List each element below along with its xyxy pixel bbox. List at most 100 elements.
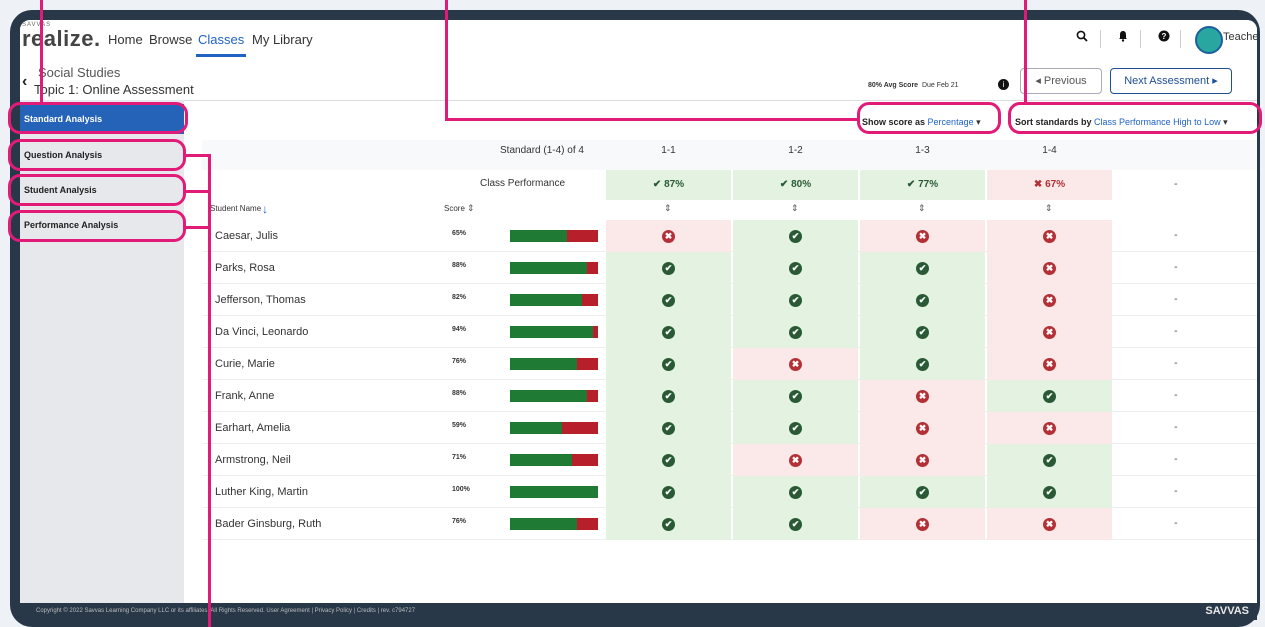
- cell-dash: -: [1174, 357, 1178, 369]
- student-name[interactable]: Curie, Marie: [215, 358, 275, 370]
- check-circle-icon: ✔: [662, 518, 675, 531]
- x-circle-icon: ✖: [1043, 326, 1056, 339]
- score-bar: [510, 326, 598, 338]
- check-circle-icon: ✔: [789, 262, 802, 275]
- check-circle-icon: ✔: [779, 179, 792, 190]
- x-circle-icon: ✖: [916, 230, 929, 243]
- footer: Copyright © 2022 Savvas Learning Company…: [20, 603, 1257, 620]
- student-name[interactable]: Bader Ginsburg, Ruth: [215, 518, 321, 530]
- score-bar-fill: [510, 358, 577, 370]
- top-nav: SAVVAS realize. Home Browse Classes My L…: [20, 20, 1257, 62]
- score-bar-fill: [510, 326, 593, 338]
- sort-icon[interactable]: ⇕: [467, 203, 475, 214]
- x-circle-icon: ✖: [916, 390, 929, 403]
- nav-browse[interactable]: Browse: [149, 32, 192, 47]
- search-icon[interactable]: [1076, 30, 1088, 45]
- student-name[interactable]: Frank, Anne: [215, 390, 274, 402]
- check-circle-icon: ✔: [789, 390, 802, 403]
- cell-dash: -: [1174, 421, 1178, 433]
- x-circle-icon: ✖: [789, 358, 802, 371]
- check-circle-icon: ✔: [1043, 390, 1056, 403]
- realize-logo[interactable]: realize.: [22, 26, 101, 52]
- class-performance-3: ✔ 77%: [860, 170, 985, 200]
- student-name[interactable]: Luther King, Martin: [215, 486, 308, 498]
- check-circle-icon: ✔: [789, 486, 802, 499]
- sort-icon[interactable]: ⇕: [918, 203, 926, 214]
- user-avatar[interactable]: [1195, 26, 1223, 54]
- student-name[interactable]: Parks, Rosa: [215, 262, 275, 274]
- check-circle-icon: ✔: [789, 518, 802, 531]
- student-name[interactable]: Armstrong, Neil: [215, 454, 291, 466]
- check-circle-icon: ✔: [916, 262, 929, 275]
- nav-home[interactable]: Home: [108, 32, 143, 47]
- student-score: 65%: [452, 230, 467, 237]
- previous-button[interactable]: ◂ Previous: [1020, 68, 1102, 94]
- x-circle-icon: ✖: [1043, 262, 1056, 275]
- score-bar: [510, 486, 598, 498]
- sort-icon[interactable]: ⇕: [664, 203, 672, 214]
- score-bar: [510, 230, 598, 242]
- cell-dash: -: [1174, 229, 1178, 241]
- callout-performance-analysis: [8, 210, 186, 242]
- check-circle-icon: ✔: [1043, 486, 1056, 499]
- check-circle-icon: ✔: [789, 230, 802, 243]
- callout-line: [184, 226, 210, 229]
- sort-icon[interactable]: ⇕: [1045, 203, 1053, 214]
- check-circle-icon: ✔: [906, 179, 919, 190]
- user-name[interactable]: Teacher: [1223, 31, 1257, 43]
- score-bar-fill: [510, 422, 562, 434]
- avg-score-value: 80% Avg Score: [868, 82, 919, 89]
- check-circle-icon: ✔: [662, 390, 675, 403]
- callout-line: [445, 0, 448, 120]
- student-score: 82%: [452, 294, 467, 301]
- divider: [1180, 30, 1181, 48]
- x-circle-icon: ✖: [1033, 179, 1046, 190]
- callout-line: [184, 190, 210, 193]
- check-circle-icon: ✔: [662, 358, 675, 371]
- next-assessment-button[interactable]: Next Assessment ▸: [1110, 68, 1232, 94]
- check-circle-icon: ✔: [916, 358, 929, 371]
- x-circle-icon: ✖: [916, 518, 929, 531]
- check-circle-icon: ✔: [1043, 454, 1056, 467]
- callout-line: [445, 118, 857, 121]
- due-date: Due Feb 21: [921, 82, 959, 89]
- student-score: 76%: [452, 518, 467, 525]
- cell-dash: -: [1174, 485, 1178, 497]
- callout-line: [184, 154, 210, 157]
- class-performance-value: 67%: [1045, 179, 1066, 190]
- x-circle-icon: ✖: [1043, 518, 1056, 531]
- student-name[interactable]: Jefferson, Thomas: [215, 294, 306, 306]
- info-icon[interactable]: i: [998, 79, 1009, 90]
- nav-classes[interactable]: Classes: [198, 32, 244, 47]
- check-circle-icon: ✔: [916, 326, 929, 339]
- assessment-title: Topic 1: Online Assessment: [34, 82, 194, 97]
- student-score: 76%: [452, 358, 467, 365]
- student-name[interactable]: Earhart, Amelia: [215, 422, 290, 434]
- cell-dash: -: [1174, 293, 1178, 305]
- score-bar: [510, 358, 598, 370]
- check-circle-icon: ✔: [662, 294, 675, 307]
- student-score: 88%: [452, 262, 467, 269]
- student-name[interactable]: Da Vinci, Leonardo: [215, 326, 308, 338]
- class-performance-label: Class Performance: [480, 178, 566, 189]
- sort-icon[interactable]: ⇕: [791, 203, 799, 214]
- student-score: 94%: [452, 326, 467, 333]
- student-name[interactable]: Caesar, Julis: [215, 230, 278, 242]
- bell-icon[interactable]: [1118, 30, 1128, 45]
- score-bar: [510, 294, 598, 306]
- score-bar-fill: [510, 390, 588, 402]
- back-chevron-icon[interactable]: ‹: [22, 73, 27, 91]
- class-performance-4: ✖ 67%: [987, 170, 1112, 200]
- help-icon[interactable]: ?: [1158, 30, 1170, 45]
- score-bar-fill: [510, 518, 577, 530]
- svg-text:?: ?: [1162, 32, 1167, 41]
- cell-dash: -: [1174, 453, 1178, 465]
- nav-my-library[interactable]: My Library: [252, 32, 313, 47]
- score-bar: [510, 422, 598, 434]
- class-performance-dash: -: [1174, 178, 1178, 190]
- standard-header: Standard (1-4) of 4: [500, 145, 584, 156]
- callout-standard-analysis: [8, 102, 188, 134]
- sort-arrow-down-icon[interactable]: ↓: [262, 202, 268, 216]
- cell-dash: -: [1174, 517, 1178, 529]
- class-performance-value: 87%: [664, 179, 685, 190]
